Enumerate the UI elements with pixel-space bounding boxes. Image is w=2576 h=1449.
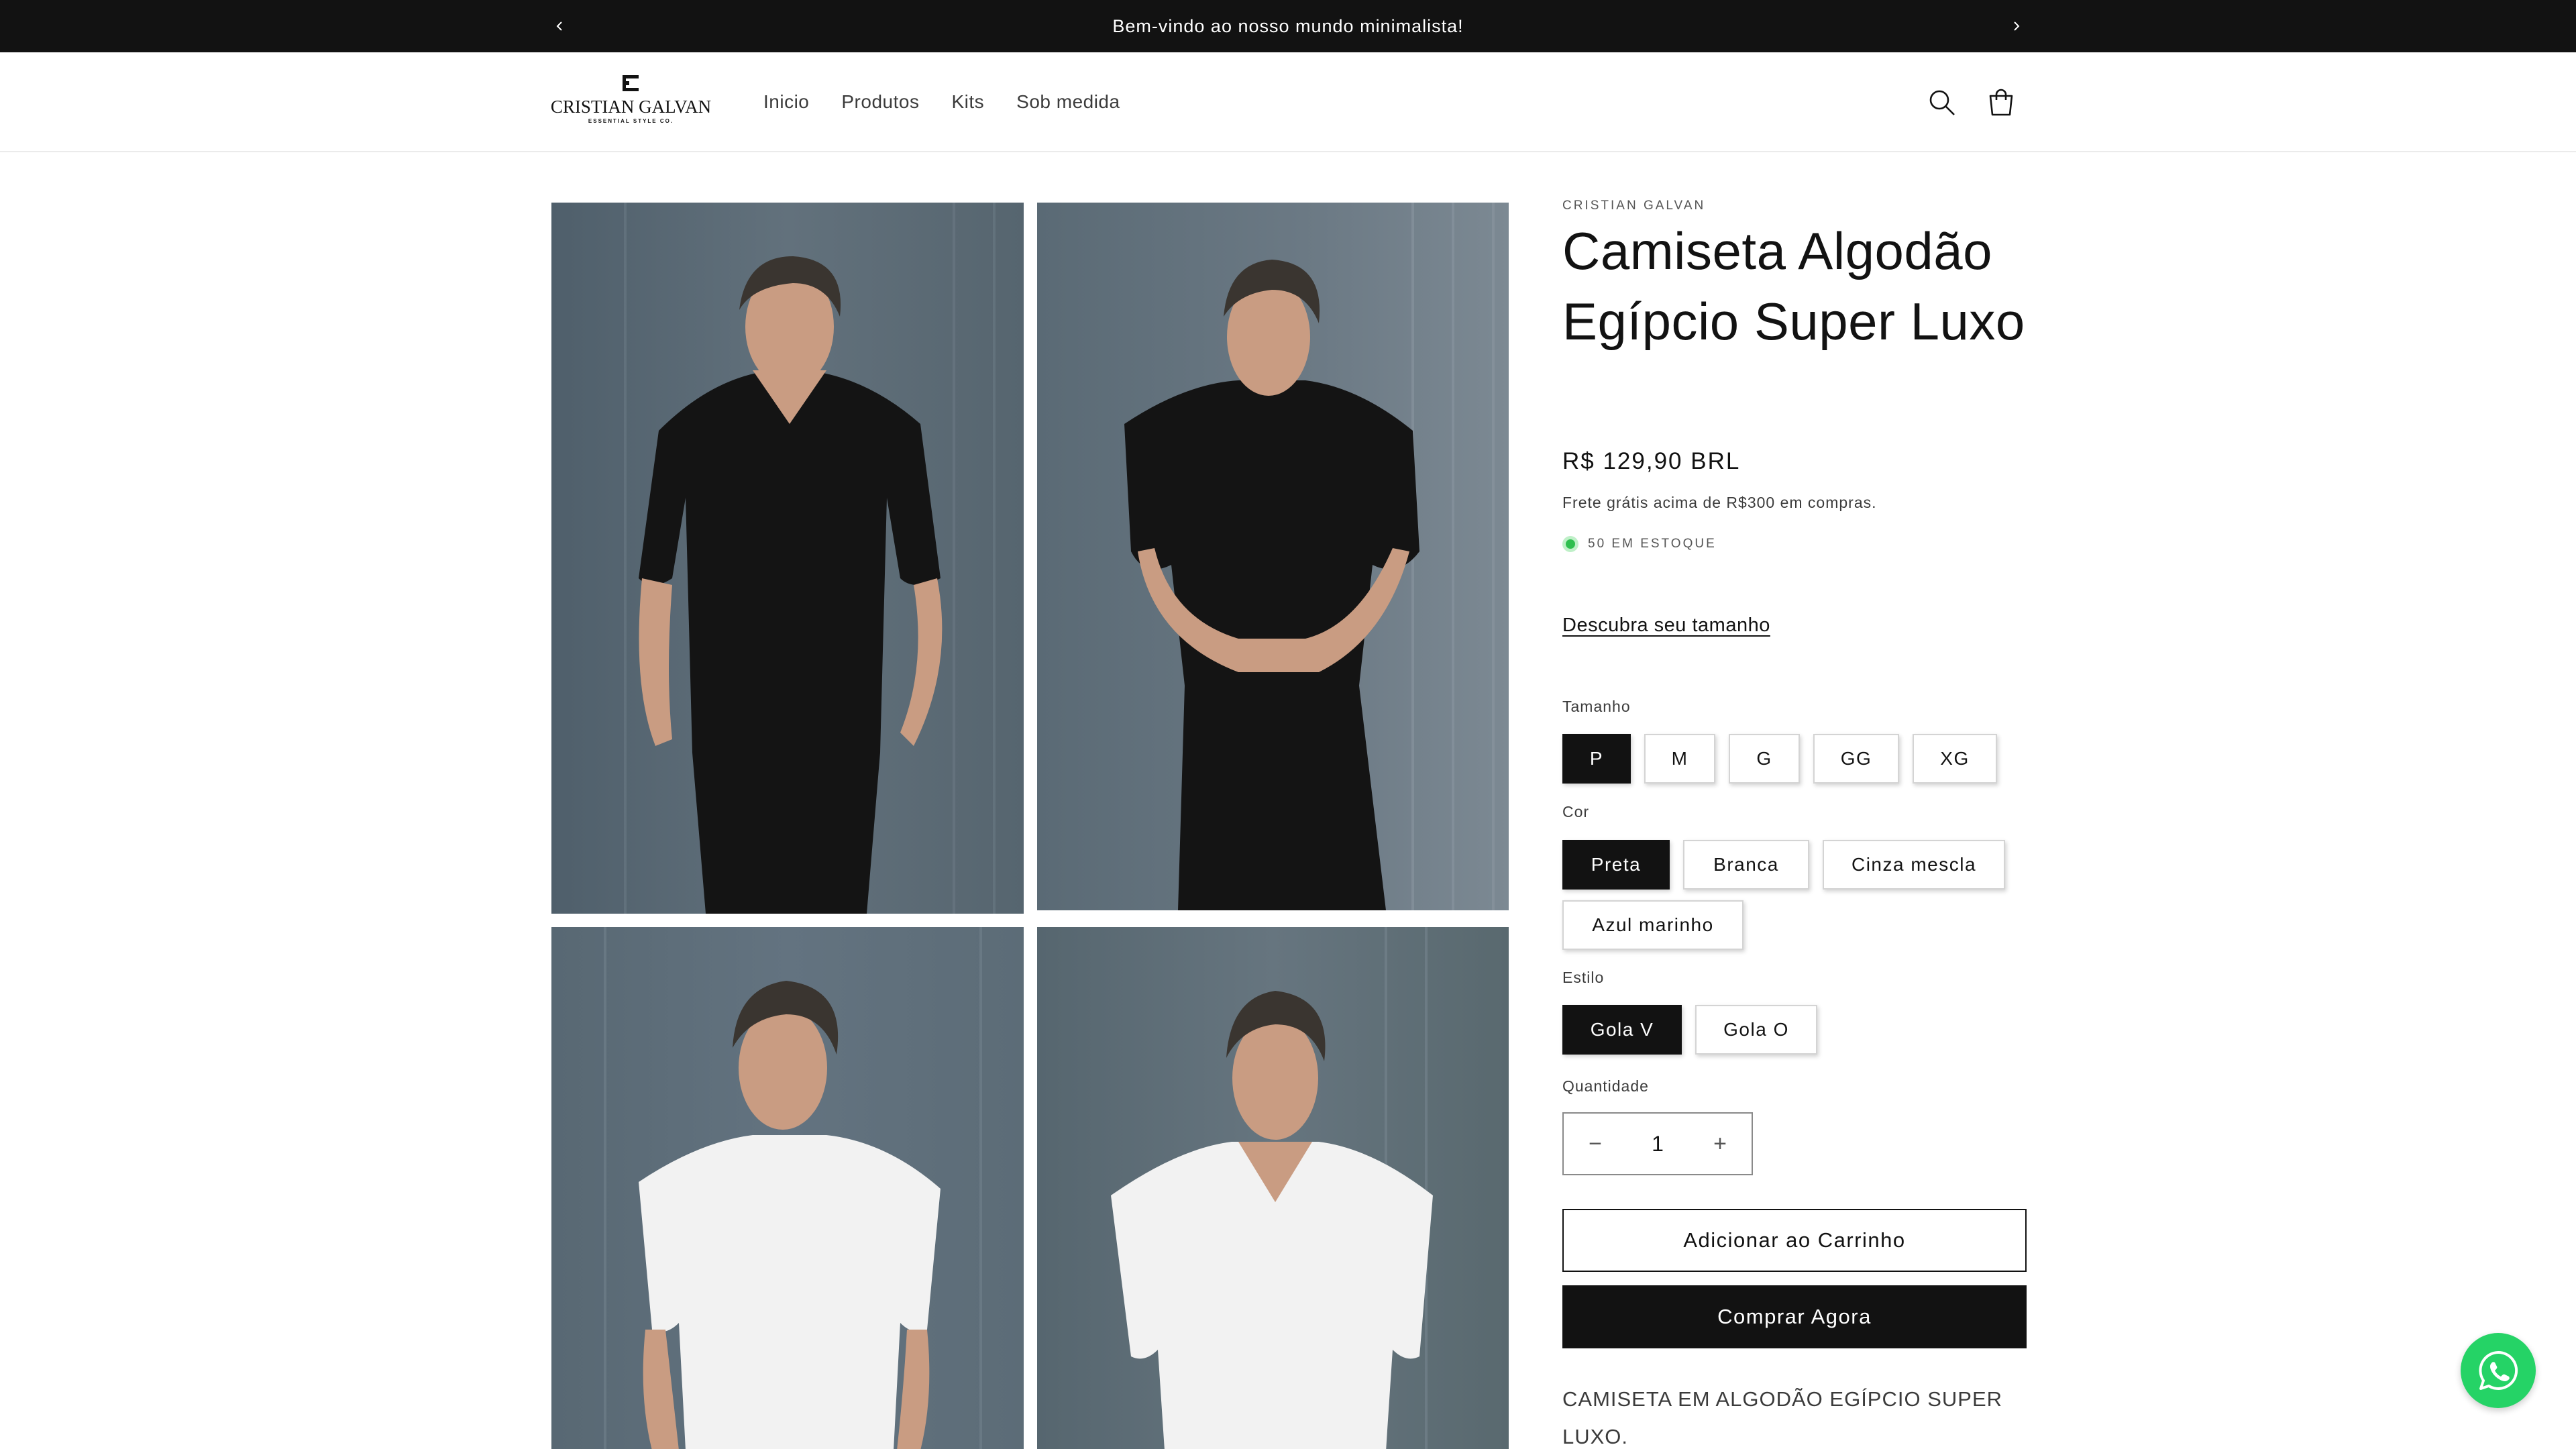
logo-tagline: ESSENTIAL STYLE CO. [588,118,674,124]
stock-status: 50 EM ESTOQUE [1562,536,1717,552]
nav-item-produtos[interactable]: Produtos [841,87,919,117]
product-description: CAMISETA EM ALGODÃO EGÍPCIO SUPER LUXO. [1562,1387,2003,1448]
quantity-stepper: − 1 + [1562,1112,1753,1175]
add-to-cart-button[interactable]: Adicionar ao Carrinho [1562,1209,2027,1272]
color-option-cinza-mescla[interactable]: Cinza mescla [1823,840,2005,890]
model-black-vneck-image [551,203,1024,914]
nav-item-inicio[interactable]: Inicio [763,87,809,117]
chevron-right-icon [2014,21,2020,31]
stock-dot-icon [1562,536,1578,552]
logo-brand-text: CRISTIAN GALVAN [550,97,712,117]
whatsapp-icon [2479,1350,2518,1390]
product-title: Camiseta Algodão Egípcio Super Luxo [1562,221,2025,351]
cart-button[interactable] [1984,85,2019,120]
nav-item-kits[interactable]: Kits [951,87,984,117]
size-label: Tamanho [1562,698,1631,715]
announcement-message: Bem-vindo ao nosso mundo minimalista! [1112,16,1464,36]
size-option-m[interactable]: M [1644,734,1715,784]
quantity-plus-button[interactable]: + [1688,1114,1752,1174]
quantity-minus-button[interactable]: − [1564,1114,1627,1174]
size-option-gg[interactable]: GG [1813,734,1899,784]
whatsapp-button[interactable] [2461,1333,2536,1408]
style-option-gola-v[interactable]: Gola V [1562,1005,1682,1055]
product-image-1[interactable] [551,203,1024,914]
logo-link[interactable]: CRISTIAN GALVAN ESSENTIAL STYLE CO. [549,74,713,127]
product-image-4[interactable] [1037,927,1509,1449]
color-option-preta[interactable]: Preta [1562,840,1670,890]
main-nav: Inicio Produtos Kits Sob medida [763,87,1152,117]
stock-text: 50 EM ESTOQUE [1588,537,1717,551]
shipping-note: Frete grátis acima de R$300 em compras. [1562,494,1877,511]
product-vendor: CRISTIAN GALVAN [1562,199,1706,213]
announcement-bar: Bem-vindo ao nosso mundo minimalista! [0,0,2576,52]
style-label: Estilo [1562,969,1605,986]
model-black-crewneck-image [1037,203,1509,910]
search-button[interactable] [1925,85,1960,120]
size-guide-link[interactable]: Descubra seu tamanho [1562,614,1770,637]
logo-mark-icon [623,75,639,91]
site-header: CRISTIAN GALVAN ESSENTIAL STYLE CO. Inic… [0,52,2576,152]
color-option-branca[interactable]: Branca [1683,840,1809,890]
model-white-vneck-image [1037,927,1509,1449]
announcement-next-button[interactable] [2002,13,2029,40]
quantity-input[interactable]: 1 [1627,1132,1688,1157]
size-option-g[interactable]: G [1729,734,1800,784]
model-white-crewneck-image [551,927,1024,1449]
buy-now-button[interactable]: Comprar Agora [1562,1285,2027,1348]
cart-icon [1989,89,2013,116]
size-option-xg[interactable]: XG [1913,734,1997,784]
nav-item-sob-medida[interactable]: Sob medida [1016,87,1120,117]
product-image-2[interactable] [1037,203,1509,910]
style-option-gola-o[interactable]: Gola O [1695,1005,1817,1055]
color-option-azul-marinho[interactable]: Azul marinho [1562,900,1743,950]
color-label: Cor [1562,803,1590,820]
quantity-label: Quantidade [1562,1077,1649,1095]
product-price: R$ 129,90 BRL [1562,448,1741,474]
size-option-p[interactable]: P [1562,734,1631,784]
product-gallery [551,203,1509,1449]
product-image-3[interactable] [551,927,1024,1449]
search-icon [1929,90,1955,115]
